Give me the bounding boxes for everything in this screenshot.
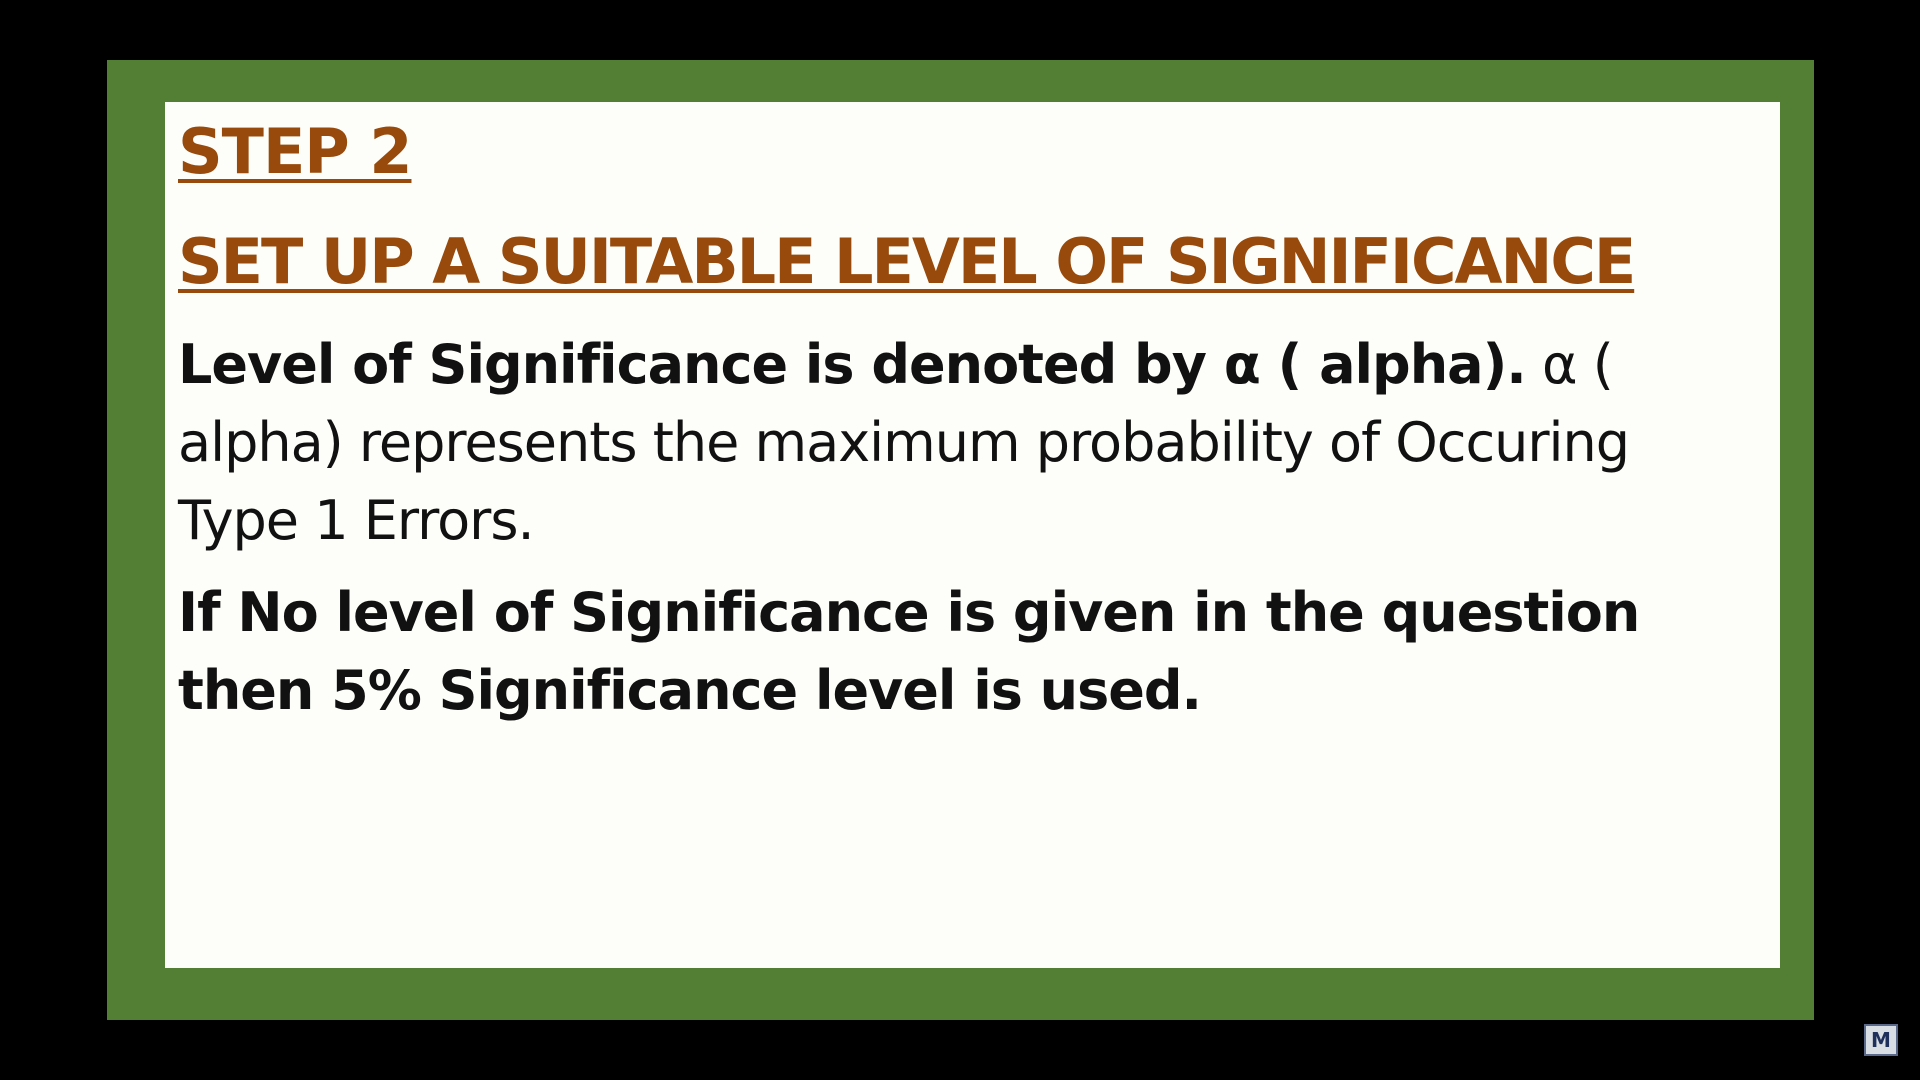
channel-logo-icon: M (1864, 1024, 1898, 1056)
default-level-paragraph: If No level of Significance is given in … (178, 581, 1640, 722)
definition-bold-text: Level of Significance is denoted by α ( … (178, 333, 1527, 396)
definition-paragraph: Level of Significance is denoted by α ( … (178, 326, 1738, 560)
slide-content: STEP 2 SET UP A SUITABLE LEVEL OF SIGNIF… (165, 102, 1780, 968)
channel-logo-text: M (1871, 1028, 1891, 1052)
video-screen: STEP 2 SET UP A SUITABLE LEVEL OF SIGNIF… (0, 0, 1920, 1080)
slide-frame: STEP 2 SET UP A SUITABLE LEVEL OF SIGNIF… (107, 60, 1814, 1020)
step-title: STEP 2 (178, 115, 412, 188)
section-title: SET UP A SUITABLE LEVEL OF SIGNIFICANCE (178, 225, 1636, 298)
